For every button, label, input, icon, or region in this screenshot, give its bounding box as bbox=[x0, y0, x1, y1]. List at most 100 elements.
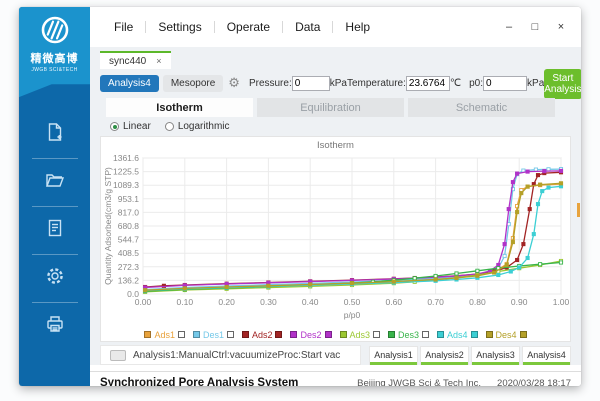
svg-text:0.60: 0.60 bbox=[386, 297, 403, 307]
temperature-input[interactable] bbox=[406, 76, 450, 91]
logo-block: 精微高博 JWGB SCI&TECH bbox=[19, 7, 90, 99]
legend-item-des1[interactable]: Des1 bbox=[193, 330, 234, 340]
svg-text:0.30: 0.30 bbox=[260, 297, 277, 307]
print-icon[interactable] bbox=[45, 303, 65, 350]
svg-text:408.5: 408.5 bbox=[118, 248, 140, 258]
p0-unit: kPa bbox=[527, 78, 544, 89]
mesopore-button[interactable]: Mesopore bbox=[163, 75, 223, 92]
svg-text:680.8: 680.8 bbox=[118, 221, 140, 231]
legend-swatch-icon bbox=[290, 331, 297, 338]
main-area: FileSettingsOperateDataHelp – □ × sync44… bbox=[90, 7, 581, 386]
menu-item-help[interactable]: Help bbox=[333, 20, 382, 34]
radio-logarithmic[interactable]: Logarithmic bbox=[165, 121, 230, 132]
close-icon[interactable]: × bbox=[553, 21, 569, 33]
document-tab[interactable]: sync440 × bbox=[100, 51, 171, 69]
menu-item-data[interactable]: Data bbox=[283, 20, 332, 34]
legend-label: Des2 bbox=[300, 330, 321, 340]
pressure-label: Pressure: bbox=[249, 78, 292, 89]
legend-item-ads3[interactable]: Ads3 bbox=[340, 330, 381, 340]
legend-item-ads4[interactable]: Ads4 bbox=[437, 330, 478, 340]
svg-text:0.70: 0.70 bbox=[427, 297, 444, 307]
menu-item-operate[interactable]: Operate bbox=[215, 20, 282, 34]
chart-legend: Ads1 Des1 Ads2 Des2 Ads3 Des3 Ads4 Des4 bbox=[101, 328, 570, 341]
legend-item-ads1[interactable]: Ads1 bbox=[144, 330, 185, 340]
legend-marker-icon bbox=[275, 331, 282, 338]
restore-icon[interactable]: □ bbox=[527, 21, 543, 33]
analysis-tab-analysis4[interactable]: Analysis4 bbox=[522, 346, 571, 365]
app-title: Synchronized Pore Analysis System bbox=[100, 377, 298, 386]
status-card: Analysis1:ManualCtrl:vacuumizeProc:Start… bbox=[100, 345, 361, 365]
scale-radio-group: Linear Logarithmic bbox=[110, 119, 571, 134]
analysis-tab-label: Analysis4 bbox=[523, 350, 570, 360]
legend-label: Ads2 bbox=[252, 330, 273, 340]
svg-text:1.00: 1.00 bbox=[553, 297, 570, 307]
legend-label: Des3 bbox=[398, 330, 419, 340]
legend-marker-icon bbox=[520, 331, 527, 338]
view-tabs: IsothermEquilibrationSchematic bbox=[106, 98, 571, 117]
legend-item-ads2[interactable]: Ads2 bbox=[242, 330, 283, 340]
analysis-tabs: Analysis1Analysis2Analysis3 Analysis4 bbox=[369, 346, 571, 365]
legend-swatch-icon bbox=[144, 331, 151, 338]
tab-isotherm[interactable]: Isotherm bbox=[106, 98, 253, 117]
menu-item-file[interactable]: File bbox=[102, 20, 145, 34]
status-indicator-icon bbox=[110, 350, 126, 361]
svg-text:272.3: 272.3 bbox=[118, 262, 140, 272]
new-file-icon[interactable] bbox=[45, 111, 65, 158]
logo-subtext: JWGB SCI&TECH bbox=[31, 67, 77, 73]
p0-label: p0: bbox=[469, 78, 483, 89]
legend-marker-icon bbox=[373, 331, 380, 338]
settings-icon[interactable] bbox=[45, 255, 65, 302]
legend-item-des2[interactable]: Des2 bbox=[290, 330, 331, 340]
radio-linear[interactable]: Linear bbox=[110, 121, 151, 132]
p0-input[interactable] bbox=[483, 76, 527, 91]
app-window: 精微高博 JWGB SCI&TECH FileSettingsOperateDa… bbox=[19, 7, 581, 386]
svg-text:817.0: 817.0 bbox=[118, 207, 140, 217]
legend-swatch-icon bbox=[193, 331, 200, 338]
legend-item-des4[interactable]: Des4 bbox=[486, 330, 527, 340]
chart-title: Isotherm bbox=[101, 140, 570, 152]
report-icon[interactable] bbox=[45, 207, 65, 254]
legend-marker-icon bbox=[178, 331, 185, 338]
chart-card: Isotherm 0.0136.2272.3408.5544.7680.8817… bbox=[100, 136, 571, 342]
gear-icon[interactable]: ⚙ bbox=[228, 76, 240, 91]
svg-text:0.80: 0.80 bbox=[469, 297, 486, 307]
tab-schematic[interactable]: Schematic bbox=[408, 98, 555, 117]
title-bar: FileSettingsOperateDataHelp – □ × bbox=[90, 7, 581, 47]
sidebar-icons bbox=[19, 111, 90, 350]
legend-label: Ads4 bbox=[447, 330, 468, 340]
radio-label: Logarithmic bbox=[178, 121, 230, 132]
svg-text:1089.3: 1089.3 bbox=[113, 180, 139, 190]
legend-item-des3[interactable]: Des3 bbox=[388, 330, 429, 340]
window-controls: – □ × bbox=[501, 21, 569, 33]
analysis-tab-analysis2[interactable]: Analysis2 bbox=[420, 346, 469, 365]
footer-bar: Synchronized Pore Analysis System Beijin… bbox=[90, 371, 581, 386]
tab-close-icon[interactable]: × bbox=[156, 56, 161, 66]
svg-text:953.1: 953.1 bbox=[118, 194, 140, 204]
footer-right: Beijing JWGB Sci & Tech Inc. 2020/03/28 … bbox=[357, 378, 571, 387]
svg-text:p/p0: p/p0 bbox=[344, 310, 361, 320]
legend-marker-icon bbox=[471, 331, 478, 338]
radio-circle-icon bbox=[165, 122, 174, 131]
radio-circle-icon bbox=[110, 122, 119, 131]
analysis-selector-button[interactable]: Analysis4 bbox=[100, 75, 159, 92]
svg-text:544.7: 544.7 bbox=[118, 235, 140, 245]
analysis-tab-analysis1[interactable]: Analysis1 bbox=[369, 346, 418, 365]
legend-label: Des4 bbox=[496, 330, 517, 340]
pressure-unit: kPa bbox=[330, 78, 347, 89]
svg-text:0.40: 0.40 bbox=[302, 297, 319, 307]
legend-label: Des1 bbox=[203, 330, 224, 340]
start-analysis-button[interactable]: Start Analysis bbox=[544, 69, 581, 99]
tab-equilibration[interactable]: Equilibration bbox=[257, 98, 404, 117]
splitter-handle[interactable] bbox=[577, 203, 580, 217]
status-row: Analysis1:ManualCtrl:vacuumizeProc:Start… bbox=[100, 345, 571, 365]
pressure-input[interactable] bbox=[292, 76, 330, 91]
menu-item-settings[interactable]: Settings bbox=[146, 20, 213, 34]
temperature-label: Temperature: bbox=[347, 78, 406, 89]
analysis-tab-analysis3[interactable]: Analysis3 bbox=[471, 346, 520, 365]
sidebar: 精微高博 JWGB SCI&TECH bbox=[19, 7, 90, 386]
open-folder-icon[interactable] bbox=[45, 159, 65, 206]
analysis-tab-label: Analysis3 bbox=[472, 350, 519, 360]
isotherm-plot: 0.0136.2272.3408.5544.7680.8817.0953.110… bbox=[101, 152, 570, 328]
minimize-icon[interactable]: – bbox=[501, 21, 517, 33]
legend-marker-icon bbox=[422, 331, 429, 338]
